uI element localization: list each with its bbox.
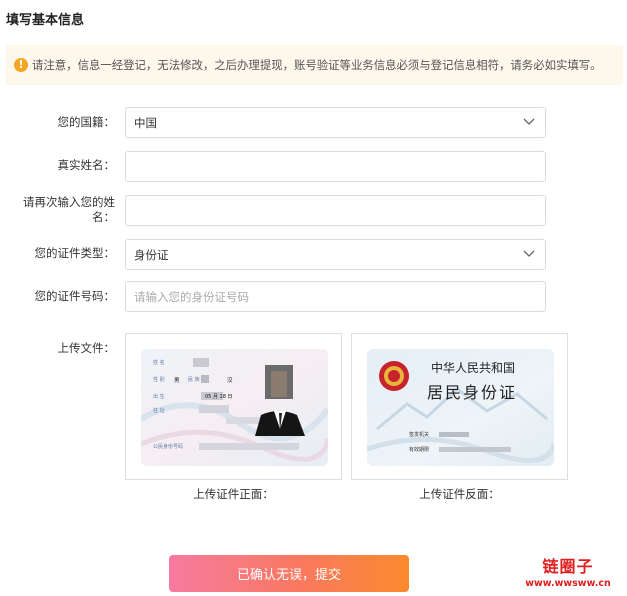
back-country: 中华人民共和国 bbox=[431, 361, 516, 375]
front-sex-key: 性 别 bbox=[153, 377, 165, 383]
id-type-label: 您的证件类型： bbox=[34, 246, 116, 260]
nationality-value: 中国 bbox=[134, 115, 157, 130]
confirm-name-label: 请再次输入您的姓 名： bbox=[23, 195, 115, 225]
id-card-back-image: 中华人民共和国 居民身份证 签发机关 有效期限 bbox=[367, 349, 554, 466]
id-number-label: 您的证件号码： bbox=[34, 289, 116, 303]
back-caption: 上传证件反面： bbox=[419, 487, 500, 501]
back-authority-key: 签发机关 bbox=[409, 432, 430, 438]
id-number-input[interactable]: 请输入您的身份证号码 bbox=[125, 281, 546, 312]
watermark: 链圈子 www.wwsww.cn bbox=[514, 553, 622, 589]
id-card-front-image: 姓 名 性 别 男 民 族 汉 出 生 05 月 18 日 住 址 公民身份号码 bbox=[141, 349, 328, 466]
notice-text: 请注意，信息一经登记，无法修改，之后办理提现，账号验证等业务信息必须与登记信息相… bbox=[32, 58, 602, 72]
id-number-placeholder: 请输入您的身份证号码 bbox=[134, 289, 249, 304]
front-name-key: 姓 名 bbox=[153, 360, 165, 366]
confirm-name-input[interactable] bbox=[125, 195, 546, 226]
front-id-key: 公民身份号码 bbox=[153, 444, 184, 450]
nationality-select[interactable]: 中国 bbox=[125, 107, 546, 138]
front-ethnic: 汉 bbox=[227, 378, 233, 384]
confirm-name-label-line2: 名： bbox=[92, 210, 115, 224]
front-caption: 上传证件正面： bbox=[193, 487, 274, 501]
confirm-name-label-line1: 请再次输入您的姓 bbox=[23, 195, 115, 209]
upload-back-box[interactable]: 中华人民共和国 居民身份证 签发机关 有效期限 bbox=[351, 333, 568, 480]
front-addr-key: 住 址 bbox=[153, 408, 165, 414]
front-birth: 05 月 18 日 bbox=[205, 394, 233, 400]
id-type-value: 身份证 bbox=[134, 247, 169, 262]
upload-front-box[interactable]: 姓 名 性 别 男 民 族 汉 出 生 05 月 18 日 住 址 公民身份号码 bbox=[125, 333, 342, 480]
chevron-down-icon bbox=[523, 118, 535, 125]
watermark-line2: www.wwsww.cn bbox=[525, 578, 611, 589]
real-name-input[interactable] bbox=[125, 151, 546, 182]
front-sex: 男 bbox=[174, 378, 180, 384]
upload-label: 上传文件： bbox=[57, 341, 116, 355]
watermark-line1: 链圈子 bbox=[542, 557, 594, 576]
front-ethnic-key: 民 族 bbox=[188, 377, 200, 383]
real-name-label: 真实姓名： bbox=[57, 158, 116, 172]
nationality-label: 您的国籍： bbox=[57, 115, 116, 129]
submit-button[interactable]: 已确认无误，提交 bbox=[169, 555, 409, 592]
warning-icon: ! bbox=[14, 58, 28, 72]
notice-banner: ! 请注意，信息一经登记，无法修改，之后办理提现，账号验证等业务信息必须与登记信… bbox=[6, 45, 623, 85]
chevron-down-icon bbox=[523, 250, 535, 257]
page-title: 填写基本信息 bbox=[6, 13, 85, 28]
id-type-select[interactable]: 身份证 bbox=[125, 239, 546, 270]
front-birth-key: 出 生 bbox=[153, 394, 165, 400]
back-title: 居民身份证 bbox=[427, 383, 518, 402]
back-validity-key: 有效期限 bbox=[409, 447, 430, 453]
